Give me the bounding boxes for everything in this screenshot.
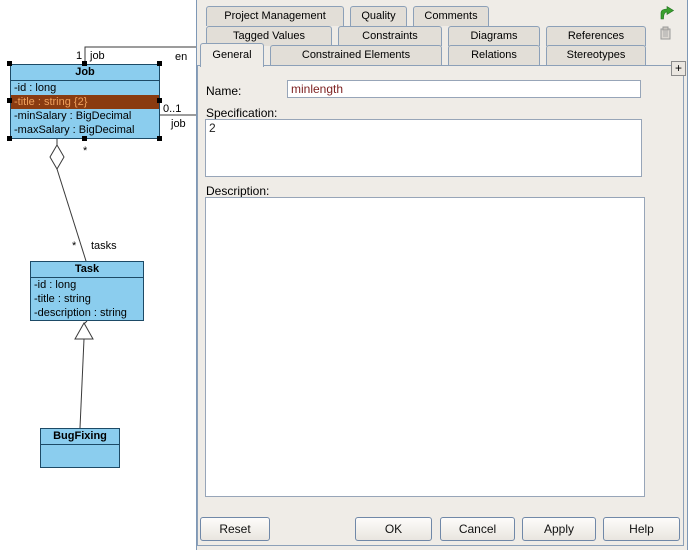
role-label[interactable]: tasks bbox=[91, 240, 117, 252]
description-textarea[interactable] bbox=[205, 197, 645, 497]
apply-button[interactable]: Apply bbox=[522, 517, 596, 541]
attribute-row[interactable]: -minSalary : BigDecimal bbox=[11, 109, 159, 123]
resize-handle[interactable] bbox=[7, 98, 12, 103]
tab-row-1: Project Management Quality Comments bbox=[206, 6, 489, 26]
role-label[interactable]: job bbox=[90, 50, 105, 62]
attribute-row[interactable]: -description : string bbox=[31, 306, 143, 320]
attribute-row[interactable]: -maxSalary : BigDecimal bbox=[11, 123, 159, 137]
tab-row-3: General Constrained Elements Relations S… bbox=[200, 45, 646, 67]
class-name: Job bbox=[11, 65, 159, 81]
tab-stereotypes[interactable]: Stereotypes bbox=[546, 45, 646, 65]
class-name: BugFixing bbox=[41, 429, 119, 445]
delete-constraint-icon[interactable] bbox=[657, 25, 673, 41]
tab-project-management[interactable]: Project Management bbox=[206, 6, 344, 26]
resize-handle[interactable] bbox=[157, 136, 162, 141]
attribute-row-selected[interactable]: -title : string {2} bbox=[11, 95, 159, 109]
specification-label: Specification: bbox=[206, 106, 277, 120]
attribute-row[interactable]: -id : long bbox=[31, 278, 143, 292]
attribute-row[interactable]: -id : long bbox=[11, 81, 159, 95]
name-input[interactable] bbox=[287, 80, 641, 98]
reset-button[interactable]: Reset bbox=[200, 517, 270, 541]
resize-handle[interactable] bbox=[7, 136, 12, 141]
tab-comments[interactable]: Comments bbox=[413, 6, 489, 26]
tab-relations[interactable]: Relations bbox=[448, 45, 540, 65]
new-constraint-icon[interactable] bbox=[659, 5, 675, 21]
class-name: Task bbox=[31, 262, 143, 278]
empty-compartment bbox=[41, 445, 119, 466]
tab-general[interactable]: General bbox=[200, 43, 264, 67]
help-button[interactable]: Help bbox=[603, 517, 680, 541]
add-button[interactable]: + bbox=[671, 61, 686, 76]
multiplicity-label[interactable]: * bbox=[72, 240, 76, 252]
role-label[interactable]: job bbox=[171, 118, 186, 130]
uml-class-bugfixing[interactable]: BugFixing bbox=[40, 428, 120, 468]
tab-references[interactable]: References bbox=[546, 26, 646, 46]
clipped-edge-label[interactable]: en bbox=[175, 51, 187, 63]
resize-handle[interactable] bbox=[157, 61, 162, 66]
tab-quality[interactable]: Quality bbox=[350, 6, 407, 26]
tab-diagrams[interactable]: Diagrams bbox=[448, 26, 540, 46]
uml-class-job[interactable]: Job -id : long -title : string {2} -minS… bbox=[10, 64, 160, 139]
name-label: Name: bbox=[206, 84, 241, 98]
uml-class-task[interactable]: Task -id : long -title : string -descrip… bbox=[30, 261, 144, 321]
resize-handle[interactable] bbox=[157, 98, 162, 103]
ok-button[interactable]: OK bbox=[355, 517, 432, 541]
multiplicity-label[interactable]: 0..1 bbox=[163, 103, 181, 115]
attribute-row[interactable]: -title : string bbox=[31, 292, 143, 306]
cancel-button[interactable]: Cancel bbox=[440, 517, 515, 541]
tab-constrained-elements[interactable]: Constrained Elements bbox=[270, 45, 442, 65]
resize-handle[interactable] bbox=[82, 61, 87, 66]
diagram-canvas[interactable]: 1 job en 0..1 job * * tasks Job -id : lo… bbox=[0, 0, 196, 550]
specification-textarea[interactable]: 2 bbox=[205, 119, 642, 177]
resize-handle[interactable] bbox=[82, 136, 87, 141]
description-label: Description: bbox=[206, 184, 269, 198]
tab-constraints[interactable]: Constraints bbox=[338, 26, 442, 46]
tab-row-2: Tagged Values Constraints Diagrams Refer… bbox=[206, 26, 646, 46]
resize-handle[interactable] bbox=[7, 61, 12, 66]
multiplicity-label[interactable]: * bbox=[83, 145, 87, 157]
